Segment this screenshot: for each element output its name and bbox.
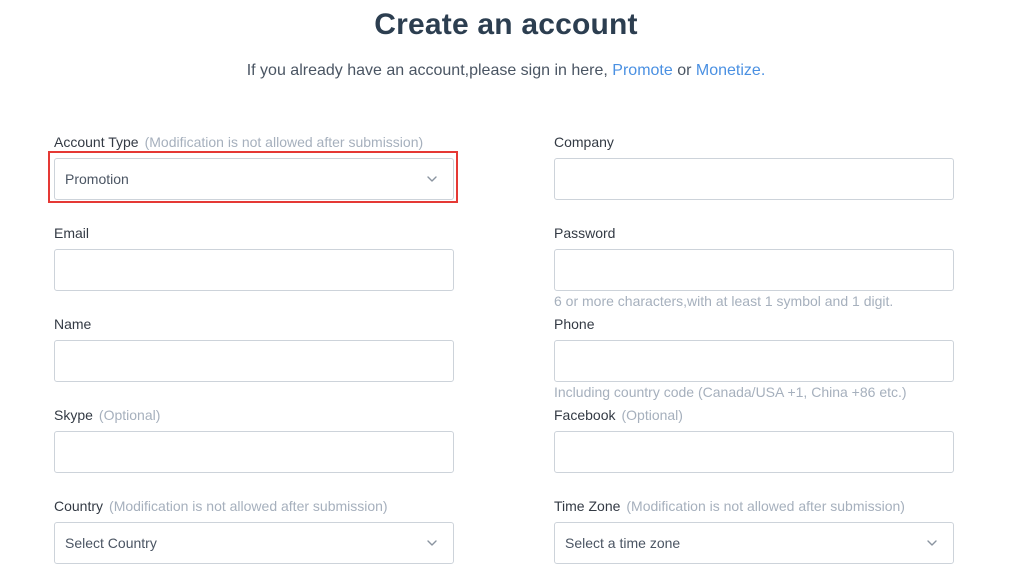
promote-link[interactable]: Promote (612, 62, 672, 79)
chevron-down-icon (427, 540, 437, 546)
account-type-value: Promotion (65, 171, 129, 187)
phone-hint: Including country code (Canada/USA +1, C… (554, 384, 907, 400)
facebook-input[interactable] (554, 431, 954, 473)
sign-in-prompt: If you already have an account,please si… (0, 62, 1012, 80)
country-label: Country (54, 498, 104, 514)
sign-in-prompt-period: . (760, 62, 766, 79)
company-field: Company (554, 133, 954, 200)
facebook-field: Facebook (Optional) (554, 406, 954, 473)
email-label: Email (54, 225, 90, 241)
skype-input[interactable] (54, 431, 454, 473)
monetize-link[interactable]: Monetize (696, 62, 761, 79)
account-type-field: Account Type (Modification is not allowed… (54, 133, 454, 200)
country-field: Country (Modification is not allowed afte… (54, 497, 454, 564)
facebook-label-row: Facebook (Optional) (554, 406, 954, 424)
name-input[interactable] (54, 340, 454, 382)
company-label: Company (554, 134, 614, 150)
chevron-down-icon (427, 176, 437, 182)
skype-note: (Optional) (98, 407, 161, 423)
password-label: Password (554, 225, 616, 241)
email-field: Email (54, 224, 454, 291)
account-type-label-row: Account Type (Modification is not allowed… (54, 133, 454, 151)
skype-label-row: Skype (Optional) (54, 406, 454, 424)
facebook-label: Facebook (554, 407, 616, 423)
time-zone-label: Time Zone (554, 498, 621, 514)
password-field: Password 6 or more characters,with at le… (554, 224, 954, 309)
phone-field: Phone Including country code (Canada/USA… (554, 315, 954, 400)
facebook-note: (Optional) (621, 407, 683, 423)
skype-field: Skype (Optional) (54, 406, 454, 473)
password-input[interactable] (554, 249, 954, 291)
time-zone-field: Time Zone (Modification is not allowed af… (554, 497, 954, 564)
password-hint: 6 or more characters,with at least 1 sym… (554, 293, 894, 309)
account-type-label: Account Type (54, 134, 139, 150)
email-label-row: Email (54, 224, 454, 242)
create-account-page: Create an account If you already have an… (0, 0, 1012, 586)
page-title: Create an account (374, 8, 638, 41)
country-value: Select Country (65, 535, 157, 551)
country-note: (Modification is not allowed after submi… (109, 498, 388, 514)
name-field: Name (54, 315, 454, 382)
skype-label: Skype (54, 407, 93, 423)
company-input[interactable] (554, 158, 954, 200)
time-zone-label-row: Time Zone (Modification is not allowed af… (554, 497, 954, 515)
sign-in-prompt-text: If you already have an account,please si… (246, 62, 608, 79)
country-select[interactable]: Select Country (54, 522, 454, 564)
time-zone-note: (Modification is not allowed after submi… (626, 498, 905, 514)
phone-label: Phone (554, 316, 595, 332)
name-label-row: Name (54, 315, 454, 333)
account-type-select[interactable]: Promotion (54, 158, 454, 200)
name-label: Name (54, 316, 92, 332)
time-zone-value: Select a time zone (565, 535, 681, 551)
email-input[interactable] (54, 249, 454, 291)
sign-in-prompt-or: or (677, 62, 692, 79)
account-type-note: (Modification is not allowed after submi… (144, 134, 424, 150)
password-label-row: Password (554, 224, 954, 242)
chevron-down-icon (927, 540, 937, 546)
phone-input[interactable] (554, 340, 954, 382)
company-label-row: Company (554, 133, 954, 151)
country-label-row: Country (Modification is not allowed afte… (54, 497, 454, 515)
phone-label-row: Phone (554, 315, 954, 333)
time-zone-select[interactable]: Select a time zone (554, 522, 954, 564)
